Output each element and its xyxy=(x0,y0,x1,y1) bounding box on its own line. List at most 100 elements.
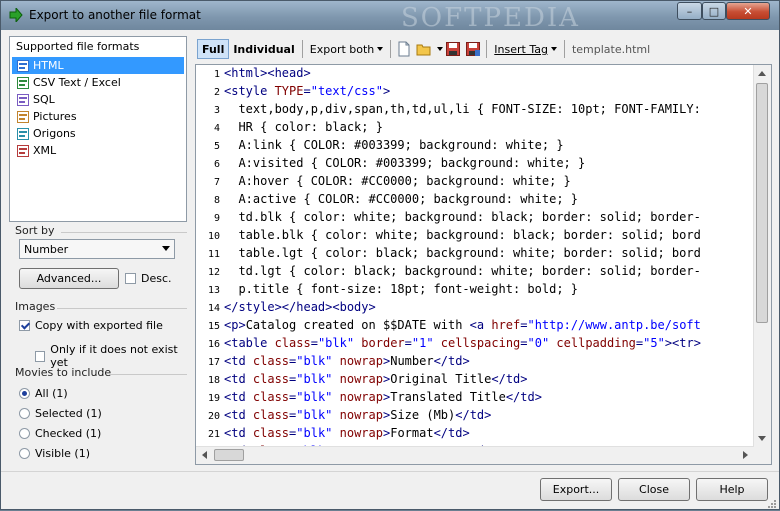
format-item-xml[interactable]: XML xyxy=(12,142,184,159)
code-line[interactable]: 12 td.lgt { color: black; background: wh… xyxy=(196,263,701,281)
code-content[interactable]: 1 <html><head> 2 <style TYPE="text/css"> 3 t… xyxy=(196,65,701,464)
vertical-scrollbar[interactable] xyxy=(753,65,771,447)
title-bar[interactable]: Export to another file format SOFTPEDIA … xyxy=(1,1,779,33)
code-token: A:visited { COLOR: #003399; background: … xyxy=(224,156,586,170)
new-file-icon[interactable] xyxy=(396,41,412,57)
scroll-down-icon[interactable] xyxy=(758,436,766,441)
individual-button[interactable]: Individual xyxy=(229,39,298,59)
movies-radio-visible[interactable]: Visible (1) xyxy=(19,447,90,460)
scroll-up-icon[interactable] xyxy=(758,71,766,76)
code-line[interactable]: 21 <td class="blk" nowrap>Format</td> xyxy=(196,425,701,443)
code-token: "blk" xyxy=(296,354,340,368)
export-both-label: Export both xyxy=(309,42,375,56)
code-token: = xyxy=(310,336,318,350)
format-item-label: HTML xyxy=(33,59,64,72)
copy-images-checkbox[interactable]: Copy with exported file xyxy=(19,319,163,332)
window-close-button[interactable]: ✕ xyxy=(726,2,770,20)
code-token: <td xyxy=(224,354,253,368)
window-title: Export to another file format xyxy=(29,8,201,22)
code-line[interactable]: 14 </style></head><body> xyxy=(196,299,701,317)
line-number: 17 xyxy=(207,357,220,368)
format-item-label: CSV Text / Excel xyxy=(33,76,121,89)
format-item-label: XML xyxy=(33,144,57,157)
template-filename: template.html xyxy=(571,42,651,56)
line-number: 21 xyxy=(207,429,220,440)
format-item-pictures[interactable]: Pictures xyxy=(12,108,184,125)
format-item-html[interactable]: HTML xyxy=(12,57,184,74)
divider xyxy=(57,308,187,309)
code-line[interactable]: 18 <td class="blk" nowrap>Original Title<… xyxy=(196,371,701,389)
code-line[interactable]: 19 <td class="blk" nowrap>Translated Titl… xyxy=(196,389,701,407)
line-number: 18 xyxy=(207,375,220,386)
code-line[interactable]: 4 HR { color: black; } xyxy=(196,119,701,137)
movies-radio-selected[interactable]: Selected (1) xyxy=(19,407,102,420)
scroll-thumb[interactable] xyxy=(756,83,768,323)
code-line[interactable]: 7 A:hover { COLOR: #CC0000; background: … xyxy=(196,173,701,191)
full-button[interactable]: Full xyxy=(197,39,230,59)
sql-file-icon xyxy=(17,93,29,106)
help-button[interactable]: Help xyxy=(696,478,768,501)
code-token: class xyxy=(252,372,290,386)
movies-radio-all[interactable]: All (1) xyxy=(19,387,68,400)
format-item-sql[interactable]: SQL xyxy=(12,91,184,108)
code-line[interactable]: 6 A:visited { COLOR: #003399; background… xyxy=(196,155,701,173)
code-token: "blk" xyxy=(296,372,340,386)
toolbar-separator xyxy=(486,40,488,58)
code-line[interactable]: 1 <html><head> xyxy=(196,65,701,83)
format-item-csv-text-excel[interactable]: CSV Text / Excel xyxy=(12,74,184,91)
format-item-label: SQL xyxy=(33,93,55,106)
code-token: = xyxy=(303,84,311,98)
chevron-down-icon[interactable] xyxy=(437,47,444,51)
export-both-dropdown[interactable]: Export both xyxy=(306,39,388,59)
resize-grip-icon[interactable] xyxy=(767,499,777,509)
code-token: td.lgt { color: black; background: white… xyxy=(224,264,701,278)
code-token: <table xyxy=(224,336,275,350)
editor-toolbar: Full Individual Export both Insert Tag t… xyxy=(197,36,773,62)
save-icon[interactable] xyxy=(445,41,461,57)
scroll-right-icon[interactable] xyxy=(743,451,748,459)
code-token: <td xyxy=(224,390,253,404)
horizontal-scrollbar[interactable] xyxy=(196,446,754,464)
scroll-thumb[interactable] xyxy=(214,449,244,461)
close-button[interactable]: Close xyxy=(618,478,690,501)
code-line[interactable]: 13 p.title { font-size: 18pt; font-weigh… xyxy=(196,281,701,299)
insert-tag-dropdown[interactable]: Insert Tag xyxy=(490,39,561,59)
code-token: class xyxy=(274,336,311,350)
code-line[interactable]: 8 A:active { COLOR: #CC0000; background:… xyxy=(196,191,701,209)
code-line[interactable]: 3 text,body,p,div,span,th,td,ul,li { FON… xyxy=(196,101,701,119)
code-line[interactable]: 5 A:link { COLOR: #003399; background: w… xyxy=(196,137,701,155)
code-line[interactable]: 17 <td class="blk" nowrap>Number</td> xyxy=(196,353,701,371)
movies-radio-checked[interactable]: Checked (1) xyxy=(19,427,101,440)
export-button[interactable]: Export... xyxy=(540,478,612,501)
formats-list[interactable]: Supported file formats HTML CSV Text / Ex… xyxy=(9,36,187,222)
line-number: 2 xyxy=(213,87,220,98)
minimize-button[interactable]: – xyxy=(677,2,702,20)
open-folder-icon[interactable] xyxy=(416,41,432,57)
code-token: "text/css" xyxy=(310,84,383,98)
code-token: class xyxy=(252,408,290,422)
sort-by-select[interactable]: Number xyxy=(19,239,175,259)
code-line[interactable]: 20 <td class="blk" nowrap>Size (Mb)</td> xyxy=(196,407,701,425)
divider xyxy=(61,232,187,233)
code-line[interactable]: 10 table.blk { color: white; background:… xyxy=(196,227,701,245)
code-token: <html><head> xyxy=(224,66,311,80)
format-item-origons[interactable]: Origons xyxy=(12,125,184,142)
copy-images-label: Copy with exported file xyxy=(35,319,163,332)
template-editor[interactable]: 1 <html><head> 2 <style TYPE="text/css"> 3 t… xyxy=(195,64,772,465)
advanced-button[interactable]: Advanced... xyxy=(19,268,119,289)
save-as-icon[interactable] xyxy=(465,41,481,57)
format-item-label: Pictures xyxy=(33,110,77,123)
code-line[interactable]: 15 <p>Catalog created on $$DATE with <a h… xyxy=(196,317,701,335)
line-number: 11 xyxy=(207,249,220,260)
scroll-left-icon[interactable] xyxy=(202,451,207,459)
code-line[interactable]: 2 <style TYPE="text/css"> xyxy=(196,83,701,101)
code-token: <td xyxy=(224,372,253,386)
desc-checkbox[interactable]: Desc. xyxy=(125,272,172,285)
code-line[interactable]: 11 table.lgt { color: black; background:… xyxy=(196,245,701,263)
desc-label: Desc. xyxy=(141,272,172,285)
maximize-button[interactable]: □ xyxy=(702,2,726,20)
line-number: 16 xyxy=(207,339,220,350)
code-line[interactable]: 16 <table class="blk" border="1" cellspac… xyxy=(196,335,701,353)
code-token: "http://www.antp.be/soft xyxy=(527,318,701,332)
code-line[interactable]: 9 td.blk { color: white; background: bla… xyxy=(196,209,701,227)
